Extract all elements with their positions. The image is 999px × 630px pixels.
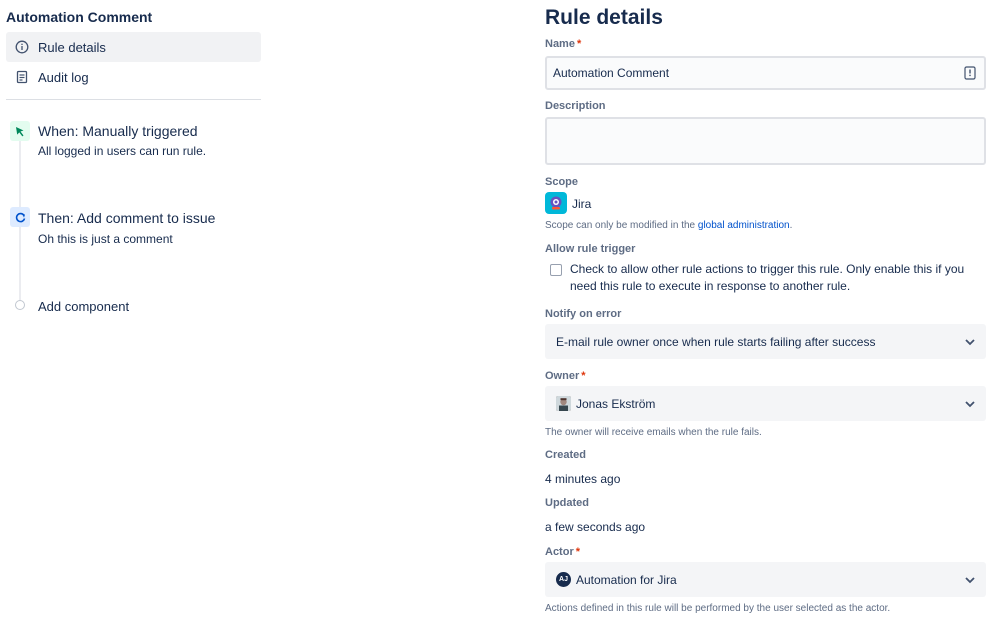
owner-label-text: Owner [545, 370, 580, 382]
description-field[interactable] [545, 117, 986, 165]
action-title: Then: Add comment to issue [38, 210, 216, 226]
global-administration-link[interactable]: global administration [698, 220, 790, 231]
jira-product-icon [545, 192, 567, 214]
owner-avatar [556, 396, 571, 411]
owner-hint: The owner will receive emails when the r… [545, 427, 762, 438]
chevron-down-icon [964, 335, 976, 347]
actor-select[interactable]: AJ Automation for Jira [545, 562, 986, 597]
nav-rule-details[interactable]: Rule details [6, 32, 261, 62]
add-component-link[interactable]: Add component [38, 299, 129, 314]
notify-label: Notify on error [545, 308, 622, 320]
required-mark: * [581, 370, 586, 382]
actor-select-value: Automation for Jira [576, 572, 677, 587]
required-mark: * [576, 38, 582, 50]
updated-label: Updated [545, 497, 589, 509]
allow-trigger-checkbox[interactable] [550, 264, 562, 276]
scope-hint-suffix: . [789, 220, 793, 231]
notify-select-value: E-mail rule owner once when rule starts … [556, 334, 876, 349]
nav-audit-log-label: Audit log [38, 69, 89, 85]
allow-trigger-label: Allow rule trigger [545, 243, 636, 255]
scope-hint-text: Scope can only be modified in the [545, 220, 698, 231]
nav-audit-log[interactable]: Audit log [6, 62, 261, 92]
info-icon [14, 39, 30, 55]
required-mark: * [575, 546, 581, 558]
actor-label-text: Actor [545, 546, 574, 558]
cursor-click-icon [10, 121, 30, 141]
sidebar-divider [6, 99, 261, 100]
description-label: Description [545, 100, 606, 112]
chevron-down-icon [964, 397, 976, 409]
rule-name-heading: Automation Comment [6, 9, 153, 25]
updated-value: a few seconds ago [545, 520, 646, 534]
actor-hint: Actions defined in this rule will be per… [545, 603, 891, 614]
add-component-dot [15, 300, 25, 310]
owner-label: Owner * [545, 370, 586, 382]
name-field[interactable]: Automation Comment [545, 56, 986, 90]
actor-label: Actor * [545, 546, 580, 558]
document-icon [14, 69, 30, 85]
name-label: Name * [545, 38, 581, 50]
nav-rule-details-label: Rule details [38, 39, 106, 55]
action-icon [10, 207, 30, 227]
trigger-subtitle: All logged in users can run rule. [38, 144, 207, 158]
chevron-down-icon [964, 573, 976, 585]
owner-select-value: Jonas Ekström [576, 396, 656, 411]
actor-avatar: AJ [556, 572, 571, 587]
scope-label: Scope [545, 176, 579, 188]
name-label-text: Name [545, 38, 575, 50]
created-value: 4 minutes ago [545, 472, 621, 486]
form-fill-icon[interactable] [964, 66, 976, 85]
owner-select[interactable]: Jonas Ekström [545, 386, 986, 421]
scope-value: Jira [572, 197, 592, 211]
name-field-value: Automation Comment [553, 66, 670, 80]
created-label: Created [545, 449, 586, 461]
page-title: Rule details [545, 6, 663, 29]
rule-sidebar: Automation Comment Rule details Audit lo… [0, 0, 268, 630]
allow-trigger-description: Check to allow other rule actions to tri… [570, 262, 965, 293]
trigger-title: When: Manually triggered [38, 123, 198, 139]
scope-hint: Scope can only be modified in the global… [545, 220, 792, 231]
notify-select[interactable]: E-mail rule owner once when rule starts … [545, 324, 986, 359]
action-subtitle: Oh this is just a comment [38, 232, 173, 246]
